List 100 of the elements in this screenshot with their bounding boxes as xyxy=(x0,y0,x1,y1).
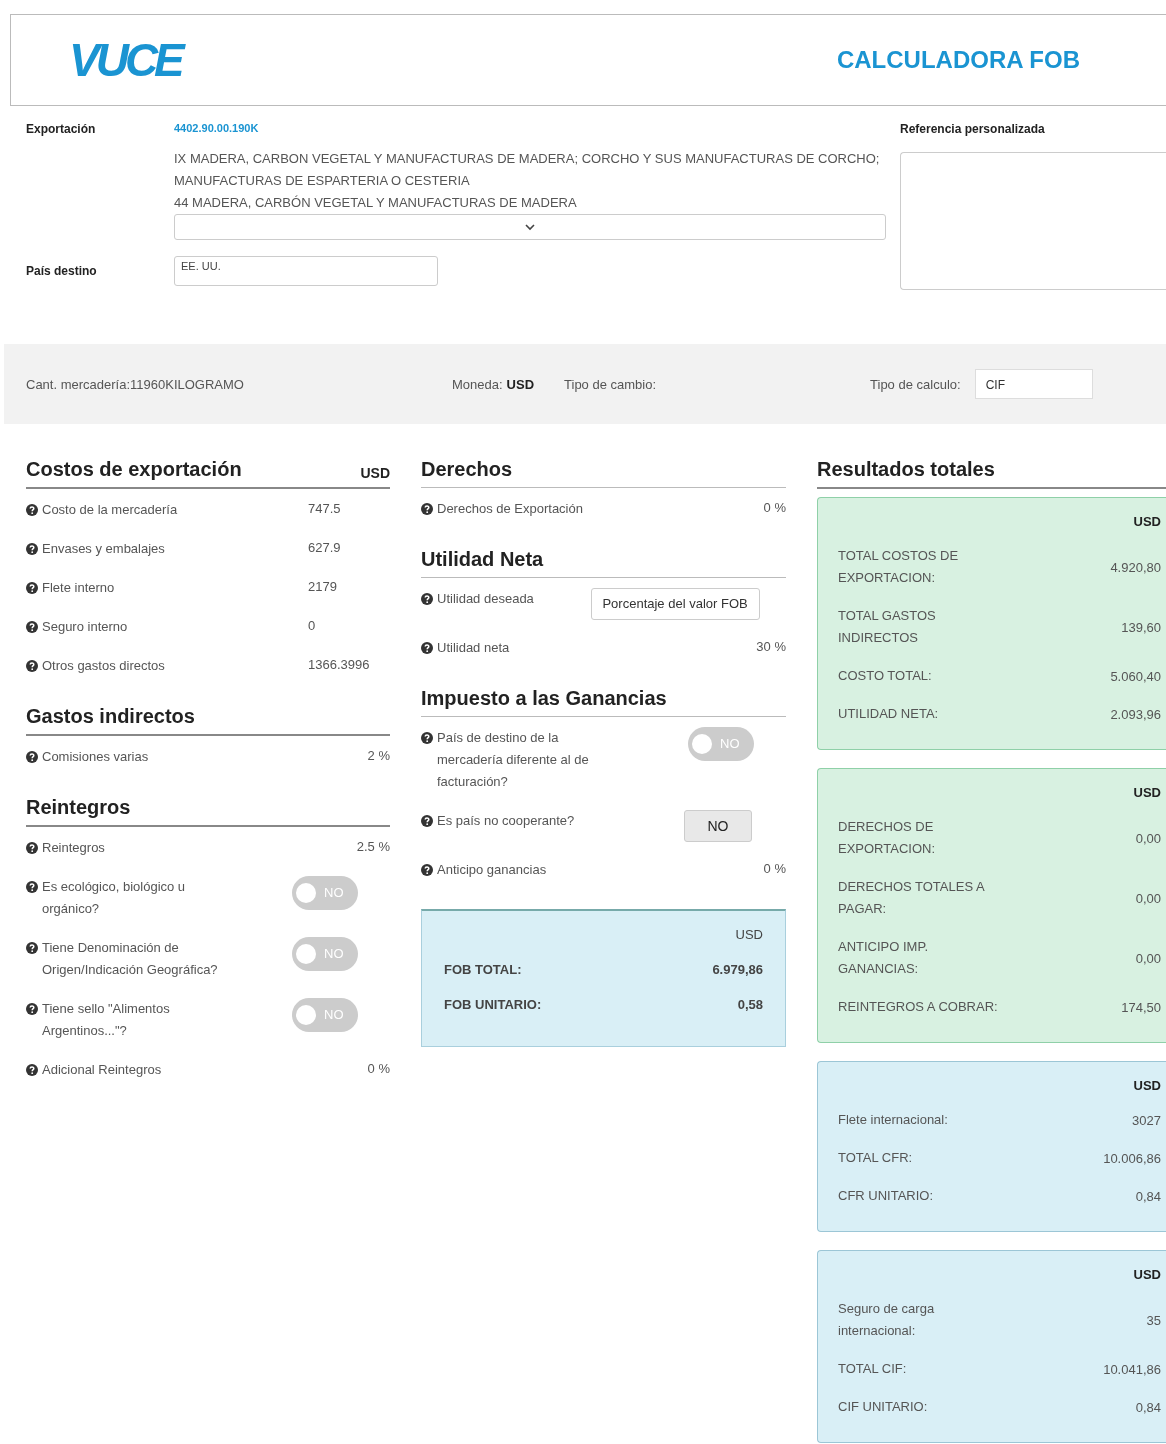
field-label: Flete interno xyxy=(42,579,116,597)
chevron-down-icon xyxy=(525,223,535,231)
help-icon[interactable] xyxy=(421,732,433,744)
result-label: ANTICIPO IMP. GANANCIAS: xyxy=(838,938,930,978)
field-label: Costo de la mercadería xyxy=(42,501,179,519)
field-value: 0 % xyxy=(367,1061,390,1076)
unit-label: USD xyxy=(1133,1078,1161,1093)
field-label: Utilidad deseada xyxy=(437,590,535,608)
field-label: Envases y embalajes xyxy=(42,540,166,558)
result-label: UTILIDAD NETA: xyxy=(838,705,940,723)
destination-field[interactable]: EE. UU. xyxy=(174,256,438,286)
no-button[interactable]: NO xyxy=(684,810,752,842)
result-label: Flete internacional: xyxy=(838,1111,949,1129)
field-value: 30 % xyxy=(756,639,786,654)
help-icon[interactable] xyxy=(421,815,433,827)
result-label: TOTAL GASTOS INDIRECTOS xyxy=(838,607,937,647)
unit-label: USD xyxy=(1133,785,1161,800)
field-value: 0 xyxy=(308,618,317,633)
field-label: Derechos de Exportación xyxy=(437,500,584,518)
currency-label: Moneda: xyxy=(452,376,503,392)
result-value: 139,60 xyxy=(1121,619,1161,635)
field-value: 2 % xyxy=(367,748,390,763)
calc-type-field[interactable]: CIF xyxy=(974,369,1093,399)
field-value: 627.9 xyxy=(308,540,342,555)
field-value: 1366.3996 xyxy=(308,657,371,672)
result-value: 0,84 xyxy=(1135,1188,1161,1204)
exchange-label: Tipo de cambio: xyxy=(564,376,658,392)
result-value: 0,58 xyxy=(737,997,763,1012)
result-label: TOTAL CIF: xyxy=(838,1360,908,1378)
field-value: 0 % xyxy=(763,861,786,876)
unit-label: USD xyxy=(735,927,763,942)
field-label: Es país no cooperante? xyxy=(437,812,576,830)
help-icon[interactable] xyxy=(421,503,433,515)
unit-label: USD xyxy=(1133,1267,1161,1282)
result-label: CFR UNITARIO: xyxy=(838,1187,935,1205)
result-value: 0,00 xyxy=(1135,950,1161,966)
section-title: Costos de exportación xyxy=(26,458,242,481)
field-label: Adicional Reintegros xyxy=(42,1061,163,1079)
result-value: 174,50 xyxy=(1121,999,1161,1015)
field-value: 2.5 % xyxy=(356,839,390,854)
logo[interactable]: VUCE xyxy=(69,33,181,87)
field-label: Tiene Denominación de Origen/Indicación Geográfica? xyxy=(42,939,219,979)
help-icon[interactable] xyxy=(26,1064,38,1076)
result-label: TOTAL CFR: xyxy=(838,1149,914,1167)
result-value: 0,00 xyxy=(1135,890,1161,906)
help-icon[interactable] xyxy=(26,660,38,672)
field-label: Comisiones varias xyxy=(42,748,150,766)
section-title: Derechos xyxy=(421,458,513,481)
help-icon[interactable] xyxy=(26,621,38,633)
result-value: 5.060,40 xyxy=(1110,668,1161,684)
result-value: 4.920,80 xyxy=(1110,559,1161,575)
reference-field[interactable] xyxy=(900,152,1166,290)
field-label: Referencia personalizada xyxy=(900,122,1046,136)
field-label: Tiene sello "Alimentos Argentinos..."? xyxy=(42,1000,171,1040)
field-label: Otros gastos directos xyxy=(42,657,166,675)
section-title: Reintegros xyxy=(26,796,131,819)
section-title: Utilidad Neta xyxy=(421,548,544,571)
result-value: 10.006,86 xyxy=(1103,1150,1161,1166)
field-value: 0 % xyxy=(763,500,786,515)
help-icon[interactable] xyxy=(26,842,38,854)
field-label: País de destino de la mercadería diferente al de facturación? xyxy=(437,729,590,791)
field-label: Utilidad neta xyxy=(437,639,511,657)
field-label: Anticipo ganancias xyxy=(437,861,548,879)
field-value: 747.5 xyxy=(308,501,342,516)
calc-type-label: Tipo de calculo: xyxy=(870,376,961,392)
help-icon[interactable] xyxy=(421,864,433,876)
help-icon[interactable] xyxy=(26,582,38,594)
page-title: CALCULADORA FOB xyxy=(836,46,1080,74)
currency-value: USD xyxy=(506,376,535,392)
field-label: Seguro interno xyxy=(42,618,129,636)
field-label: Exportación xyxy=(26,122,97,138)
quantity-text: Cant. mercadería:11960KILOGRAMO xyxy=(26,376,245,392)
field-label: Es ecológico, biológico u orgánico? xyxy=(42,878,187,918)
result-label: FOB UNITARIO: xyxy=(444,997,542,1012)
help-icon[interactable] xyxy=(26,504,38,516)
tariff-code: 4402.90.00.190K xyxy=(174,122,260,134)
help-icon[interactable] xyxy=(421,642,433,654)
help-icon[interactable] xyxy=(26,881,38,893)
result-label: TOTAL COSTOS DE EXPORTACION: xyxy=(838,547,960,587)
help-icon[interactable] xyxy=(26,1003,38,1015)
unit-label: USD xyxy=(360,465,390,481)
result-label: COSTO TOTAL: xyxy=(838,667,933,685)
help-icon[interactable] xyxy=(26,942,38,954)
help-icon[interactable] xyxy=(26,543,38,555)
select-field[interactable]: Porcentaje del valor FOB xyxy=(591,588,760,620)
result-value: 0,84 xyxy=(1135,1399,1161,1415)
dropdown-field[interactable] xyxy=(174,214,886,240)
result-value: 2.093,96 xyxy=(1110,706,1161,722)
description-text: 44 MADERA, CARBÓN VEGETAL Y MANUFACTURAS DE MADERA xyxy=(174,194,578,212)
unit-label: USD xyxy=(1133,514,1161,529)
description-text: IX MADERA, CARBON VEGETAL Y MANUFACTURAS DE MADERA; CORCHO Y SUS MANUFACTURAS DE CORCHO; MANUFACTURAS DE ESPARTERIA O CESTERIA xyxy=(174,150,881,190)
section-title: Gastos indirectos xyxy=(26,705,195,728)
result-label: REINTEGROS A COBRAR: xyxy=(838,998,999,1016)
result-label: FOB TOTAL: xyxy=(444,962,522,977)
result-label: DERECHOS DE EXPORTACION: xyxy=(838,818,937,858)
section-title: Resultados totales xyxy=(817,458,995,481)
section-title: Impuesto a las Ganancias xyxy=(421,687,667,710)
field-value: 2179 xyxy=(308,579,338,594)
help-icon[interactable] xyxy=(421,593,433,605)
help-icon[interactable] xyxy=(26,751,38,763)
